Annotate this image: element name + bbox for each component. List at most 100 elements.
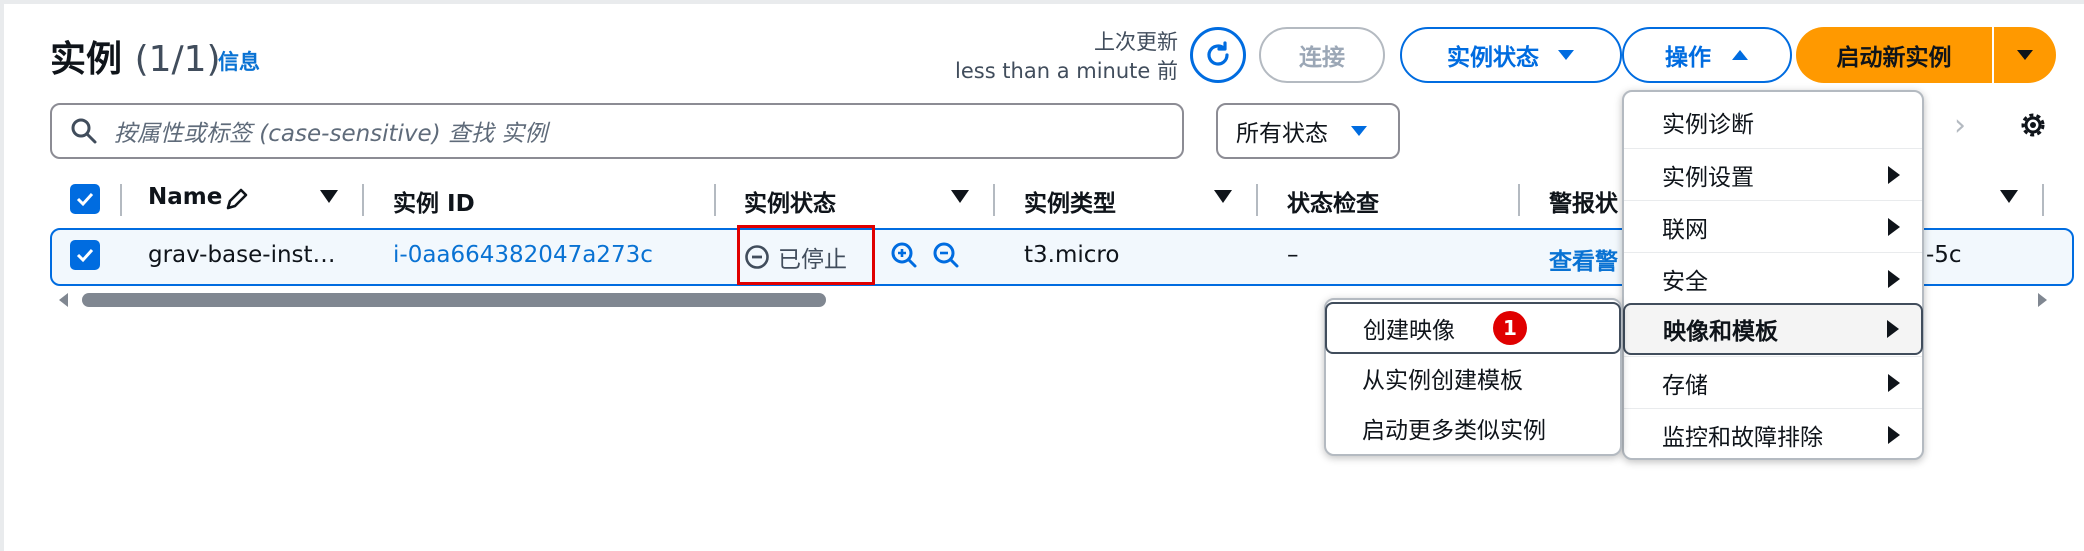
gear-icon[interactable] <box>2016 108 2050 142</box>
menu-item-label: 监控和故障排除 <box>1662 424 1823 451</box>
caret-down-icon <box>1558 50 1574 60</box>
edit-pencil-icon <box>226 188 248 210</box>
cell-state: 已停止 <box>744 240 847 274</box>
caret-right-icon <box>1888 425 1900 444</box>
actions-menu: 实例诊断 实例设置 联网 安全 映像和模板 存储 监控和故障排除 <box>1622 90 1924 460</box>
scrollbar-thumb[interactable] <box>82 293 826 307</box>
sort-icon[interactable] <box>320 190 338 203</box>
column-header-name[interactable]: Name <box>148 184 222 210</box>
column-divider <box>993 184 995 216</box>
last-updated-value: less than a minute 前 <box>955 59 1178 83</box>
connect-button-label: 连接 <box>1299 45 1345 71</box>
column-header-state[interactable]: 实例状态 <box>744 184 836 218</box>
menu-item-label: 实例诊断 <box>1662 112 1754 138</box>
sort-icon[interactable] <box>2000 190 2018 203</box>
actions-button[interactable]: 操作 <box>1622 27 1792 83</box>
menu-item-networking[interactable]: 联网 <box>1624 200 1922 252</box>
connect-button[interactable]: 连接 <box>1259 27 1385 83</box>
launch-dropdown-button[interactable] <box>1994 27 2056 83</box>
menu-item-label: 存储 <box>1662 372 1708 399</box>
column-divider <box>120 184 122 216</box>
caret-up-icon <box>1732 50 1748 60</box>
left-border <box>0 0 4 551</box>
submenu-item-label: 创建映像 <box>1363 318 1455 344</box>
column-header-status-check-label: 状态检查 <box>1287 191 1379 217</box>
menu-item-monitor-troubleshoot[interactable]: 监控和故障排除 <box>1624 408 1922 460</box>
column-divider <box>714 184 716 216</box>
cell-instance-type: t3.micro <box>1024 242 1120 268</box>
cell-instance-id-link[interactable]: i-0aa664382047a273c <box>393 242 653 268</box>
cell-availability-zone: -5c <box>1926 242 1962 268</box>
search-input[interactable]: 按属性或标签 (case-sensitive) 查找 实例 <box>50 103 1184 159</box>
column-header-state-label: 实例状态 <box>744 191 836 217</box>
top-border <box>0 0 2084 4</box>
column-divider <box>2042 184 2044 216</box>
image-templates-submenu: 创建映像 1 从实例创建模板 启动更多类似实例 <box>1324 298 1622 456</box>
sort-icon[interactable] <box>951 190 969 203</box>
zoom-out-icon[interactable] <box>932 241 960 269</box>
column-header-alarm[interactable]: 警报状 <box>1549 184 1618 218</box>
cell-name: grav-base-inst… <box>148 242 336 268</box>
menu-item-label: 联网 <box>1662 216 1708 243</box>
column-header-status-check[interactable]: 状态检查 <box>1287 184 1379 218</box>
sort-icon[interactable] <box>1214 190 1232 203</box>
launch-instance-button[interactable]: 启动新实例 <box>1796 27 1992 83</box>
submenu-item-create-image[interactable]: 创建映像 1 <box>1325 302 1621 354</box>
caret-right-icon <box>1888 269 1900 288</box>
step-badge: 1 <box>1493 311 1527 345</box>
refresh-button[interactable] <box>1190 27 1246 83</box>
cell-alarm-link[interactable]: 查看警 <box>1549 242 1618 276</box>
column-header-type[interactable]: 实例类型 <box>1024 184 1116 218</box>
submenu-item-launch-more-like-this[interactable]: 启动更多类似实例 <box>1326 402 1620 454</box>
zoom-in-icon[interactable] <box>890 241 918 269</box>
column-header-instance-id[interactable]: 实例 ID <box>393 184 475 218</box>
column-header-alarm-label: 警报状 <box>1549 191 1618 217</box>
last-updated-label: 上次更新 <box>1094 30 1178 54</box>
cell-state-label: 已停止 <box>778 247 847 273</box>
instance-state-button-label: 实例状态 <box>1447 45 1539 71</box>
select-all-checkbox[interactable] <box>70 184 100 214</box>
caret-right-icon <box>1888 165 1900 184</box>
page-title-text: 实例 <box>50 39 123 80</box>
column-header-type-label: 实例类型 <box>1024 191 1116 217</box>
check-icon <box>76 192 94 207</box>
caret-down-icon <box>2017 50 2033 60</box>
row-checkbox[interactable] <box>70 240 100 270</box>
actions-button-label: 操作 <box>1665 45 1711 71</box>
status-filter-select[interactable]: 所有状态 <box>1216 103 1400 159</box>
instance-state-button[interactable]: 实例状态 <box>1400 27 1622 83</box>
info-link[interactable]: 信息 <box>218 46 260 76</box>
page-title: 实例 (1/1) <box>50 30 221 82</box>
column-divider <box>362 184 364 216</box>
stopped-icon <box>745 245 769 269</box>
cell-status-check: – <box>1287 242 1299 268</box>
menu-item-security[interactable]: 安全 <box>1624 252 1922 304</box>
menu-item-image-and-templates[interactable]: 映像和模板 <box>1623 303 1923 355</box>
submenu-item-label: 启动更多类似实例 <box>1362 418 1546 444</box>
submenu-item-label: 从实例创建模板 <box>1362 368 1523 394</box>
caret-right-icon <box>1888 217 1900 236</box>
column-divider <box>1256 184 1258 216</box>
search-placeholder: 按属性或标签 (case-sensitive) 查找 实例 <box>114 121 548 147</box>
next-page-icon[interactable]: › <box>1954 108 1966 143</box>
column-header-name-label: Name <box>148 184 223 210</box>
caret-right-icon <box>1888 373 1900 392</box>
menu-item-label: 映像和模板 <box>1663 319 1778 345</box>
menu-item-storage[interactable]: 存储 <box>1624 356 1922 408</box>
caret-down-icon <box>1351 126 1367 136</box>
check-icon <box>76 248 94 263</box>
menu-item-label: 实例设置 <box>1662 164 1754 191</box>
submenu-item-create-template[interactable]: 从实例创建模板 <box>1326 352 1620 404</box>
column-header-instance-id-label: 实例 ID <box>393 191 475 217</box>
column-divider <box>1518 184 1520 216</box>
menu-item-label: 安全 <box>1662 268 1708 295</box>
menu-item-instance-settings[interactable]: 实例设置 <box>1624 148 1922 200</box>
caret-right-icon <box>1887 320 1899 338</box>
instance-count: (1/1) <box>134 39 221 80</box>
scroll-left-icon[interactable] <box>58 292 70 308</box>
menu-item-instance-diagnostics[interactable]: 实例诊断 <box>1624 96 1922 148</box>
status-filter-value: 所有状态 <box>1236 121 1328 147</box>
scroll-right-icon[interactable] <box>2036 292 2048 308</box>
launch-instance-button-label: 启动新实例 <box>1836 45 1952 71</box>
search-icon <box>71 118 97 144</box>
